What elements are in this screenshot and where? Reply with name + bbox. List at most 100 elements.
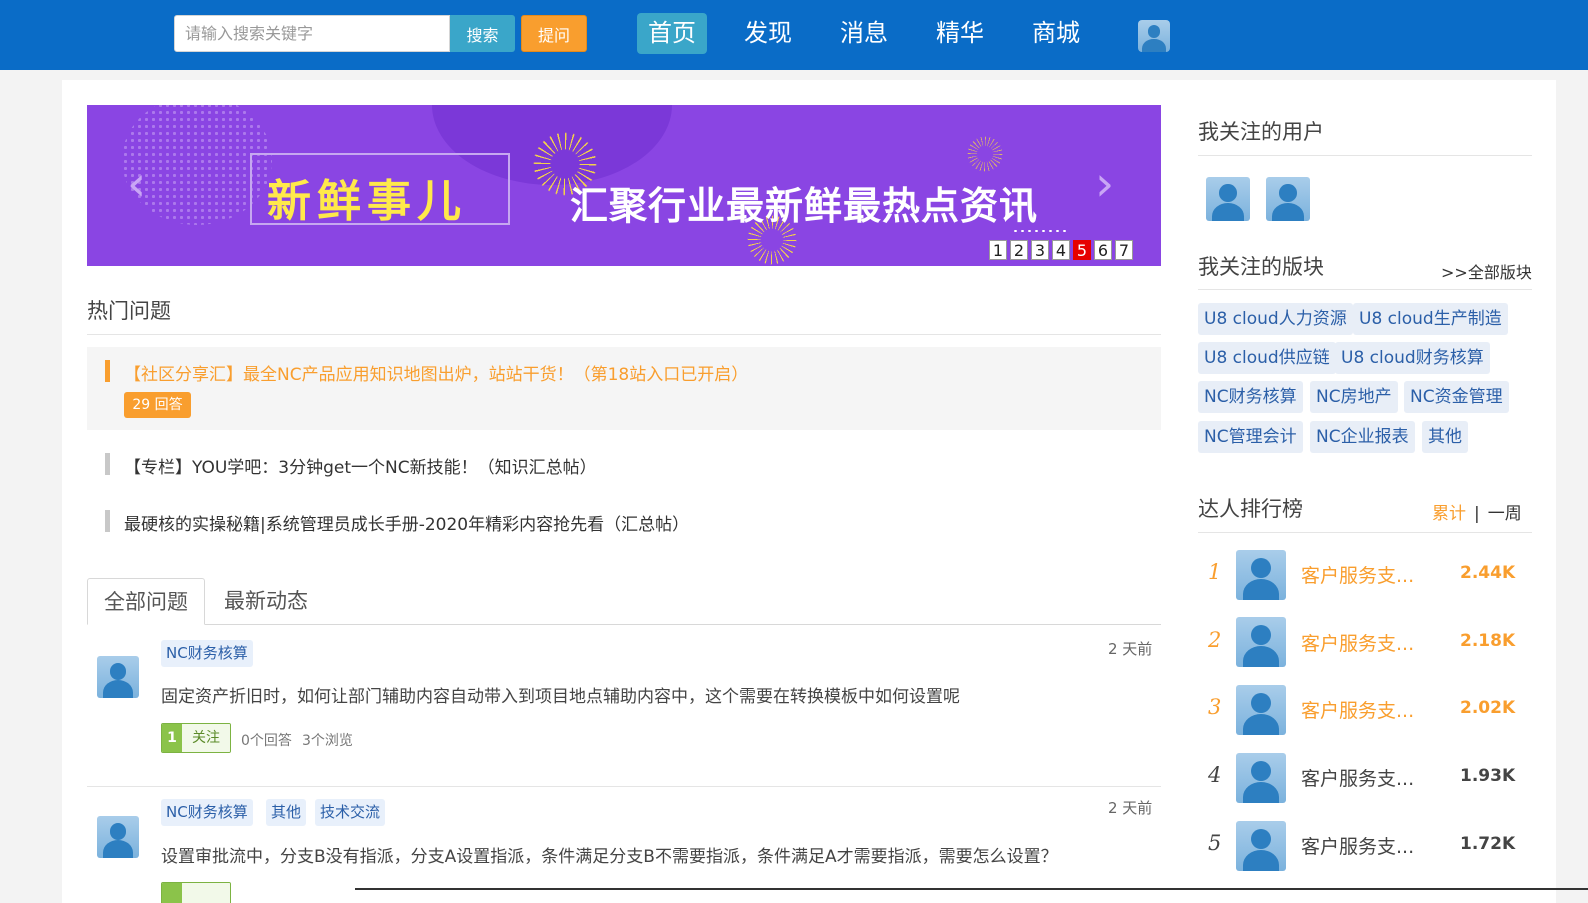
hot-item-marker <box>105 453 110 475</box>
ranked-user-name[interactable]: 客户服务支... <box>1301 561 1414 588</box>
tab-all-questions[interactable]: 全部问题 <box>87 578 205 625</box>
board-tag[interactable]: NC财务核算 <box>1198 381 1303 413</box>
divider <box>1198 289 1532 290</box>
question-tag[interactable]: NC财务核算 <box>161 799 253 826</box>
ranking-period-switch: 累计 | 一周 <box>1432 499 1522 524</box>
follow-button[interactable]: 1 关注 <box>161 723 231 753</box>
ranked-user-score: 2.44K <box>1460 563 1516 583</box>
board-tag[interactable]: NC资金管理 <box>1404 381 1509 413</box>
hot-item-marker <box>105 360 110 382</box>
hot-item-marker <box>105 510 110 532</box>
question-author-avatar[interactable] <box>97 656 139 698</box>
board-tag[interactable]: U8 cloud人力资源 <box>1198 303 1353 335</box>
rank-number: 1 <box>1208 560 1222 584</box>
search-input[interactable] <box>174 15 450 52</box>
nav-mall[interactable]: 商城 <box>1021 13 1091 54</box>
dots-decoration <box>1012 229 1066 233</box>
ranked-user-avatar[interactable] <box>1236 617 1286 667</box>
question-author-avatar[interactable] <box>97 816 139 858</box>
banner-subtitle: 汇聚行业最新鲜最热点资讯 <box>570 184 1039 228</box>
board-tag[interactable]: U8 cloud财务核算 <box>1335 342 1490 374</box>
nav-messages[interactable]: 消息 <box>829 13 899 54</box>
ask-question-button[interactable]: 提问 <box>521 15 587 52</box>
main-nav: 首页 发现 消息 精华 商城 <box>637 13 1117 54</box>
question-title-link[interactable]: 固定资产折旧时，如何让部门辅助内容自动带入到项目地点辅助内容中，这个需要在转换模… <box>161 682 960 707</box>
ranked-user-name[interactable]: 客户服务支... <box>1301 832 1414 859</box>
rank-number: 4 <box>1208 763 1222 787</box>
hot-item-link[interactable]: 【社区分享汇】最全NC产品应用知识地图出炉，站站干货！（第18站入口已开启） <box>124 360 748 385</box>
banner-page-2[interactable]: 2 <box>1010 240 1028 260</box>
divider <box>1198 155 1532 156</box>
banner-page-3[interactable]: 3 <box>1031 240 1049 260</box>
followed-users-title: 我关注的用户 <box>1198 120 1324 144</box>
ranked-user-name[interactable]: 客户服务支... <box>1301 629 1414 656</box>
nav-home[interactable]: 首页 <box>637 13 707 54</box>
banner-title: 新鲜事儿 <box>267 176 467 227</box>
banner-page-5[interactable]: 5 <box>1073 240 1091 260</box>
tab-latest-activity[interactable]: 最新动态 <box>208 578 324 625</box>
followed-user-avatar[interactable] <box>1266 177 1310 221</box>
banner-prev-icon[interactable]: ‹ <box>127 160 146 208</box>
ranked-user-score: 2.02K <box>1460 698 1516 718</box>
banner-pager: 1 2 3 4 5 6 7 <box>989 240 1136 260</box>
question-tag[interactable]: NC财务核算 <box>161 640 253 667</box>
follow-label: 关注 <box>182 724 230 752</box>
follow-button[interactable] <box>161 882 231 903</box>
rank-number: 5 <box>1208 831 1222 855</box>
banner-page-7[interactable]: 7 <box>1115 240 1133 260</box>
ranking-total-tab[interactable]: 累计 <box>1432 504 1466 524</box>
ranked-user-score: 1.72K <box>1460 834 1516 854</box>
answer-count: 0个回答 <box>241 733 292 749</box>
question-time: 2 天前 <box>1108 640 1153 658</box>
search-button[interactable]: 搜索 <box>450 15 515 52</box>
banner-page-4[interactable]: 4 <box>1052 240 1070 260</box>
ranked-user-score: 1.93K <box>1460 766 1516 786</box>
nav-discover[interactable]: 发现 <box>733 13 803 54</box>
view-count: 3个浏览 <box>302 733 353 749</box>
bottom-edge <box>355 888 1588 890</box>
board-tag[interactable]: 其他 <box>1422 421 1468 453</box>
hot-item-link[interactable]: 最硬核的实操秘籍|系统管理员成长手册-2020年精彩内容抢先看（汇总帖） <box>124 510 689 535</box>
ranking-title: 达人排行榜 <box>1198 497 1303 521</box>
rank-number: 2 <box>1208 628 1222 652</box>
ranked-user-avatar[interactable] <box>1236 550 1286 600</box>
board-tag[interactable]: NC管理会计 <box>1198 421 1303 453</box>
question-tag[interactable]: 技术交流 <box>315 799 386 826</box>
answer-count-badge[interactable]: 29 回答 <box>124 392 191 418</box>
follow-label <box>182 883 230 903</box>
ranked-user-name[interactable]: 客户服务支... <box>1301 764 1414 791</box>
divider <box>87 334 1161 335</box>
banner-page-1[interactable]: 1 <box>989 240 1007 260</box>
ranking-week-tab[interactable]: 一周 <box>1488 504 1522 524</box>
question-title-link[interactable]: 设置审批流中，分支B没有指派，分支A设置指派，条件满足分支B不需要指派，条件满足… <box>161 842 1058 867</box>
board-tag[interactable]: U8 cloud供应链 <box>1198 342 1336 374</box>
user-avatar-icon[interactable] <box>1138 20 1170 52</box>
followed-boards-title: 我关注的版块 <box>1198 255 1324 279</box>
nav-featured[interactable]: 精华 <box>925 13 995 54</box>
ranked-user-avatar[interactable] <box>1236 685 1286 735</box>
banner-page-6[interactable]: 6 <box>1094 240 1112 260</box>
board-tag[interactable]: NC房地产 <box>1310 381 1398 413</box>
all-boards-link[interactable]: >>全部版块 <box>1441 259 1532 283</box>
board-tag[interactable]: U8 cloud生产制造 <box>1353 303 1508 335</box>
banner-next-icon[interactable]: › <box>1095 160 1114 208</box>
follow-count <box>162 883 182 903</box>
followed-user-avatar[interactable] <box>1206 177 1250 221</box>
firework-icon <box>960 129 1010 179</box>
ranked-user-name[interactable]: 客户服务支... <box>1301 696 1414 723</box>
separator: | <box>1474 504 1480 524</box>
ranked-user-avatar[interactable] <box>1236 821 1286 871</box>
ranked-user-avatar[interactable] <box>1236 753 1286 803</box>
board-tag[interactable]: NC企业报表 <box>1310 421 1415 453</box>
ranked-user-score: 2.18K <box>1460 631 1516 651</box>
rank-number: 3 <box>1208 695 1222 719</box>
hot-item-link[interactable]: 【专栏】YOU学吧：3分钟get一个NC新技能！（知识汇总帖） <box>124 453 597 478</box>
top-navbar: 搜索 提问 首页 发现 消息 精华 商城 <box>0 0 1588 70</box>
divider <box>87 786 1161 787</box>
follow-count: 1 <box>162 724 182 752</box>
hot-questions-title: 热门问题 <box>87 299 171 323</box>
divider <box>1198 532 1532 533</box>
banner-carousel[interactable]: ‹ › 新鲜事儿 汇聚行业最新鲜最热点资讯 1 2 3 4 5 6 7 <box>87 105 1161 266</box>
question-tag[interactable]: 其他 <box>266 799 307 826</box>
question-time: 2 天前 <box>1108 799 1153 817</box>
